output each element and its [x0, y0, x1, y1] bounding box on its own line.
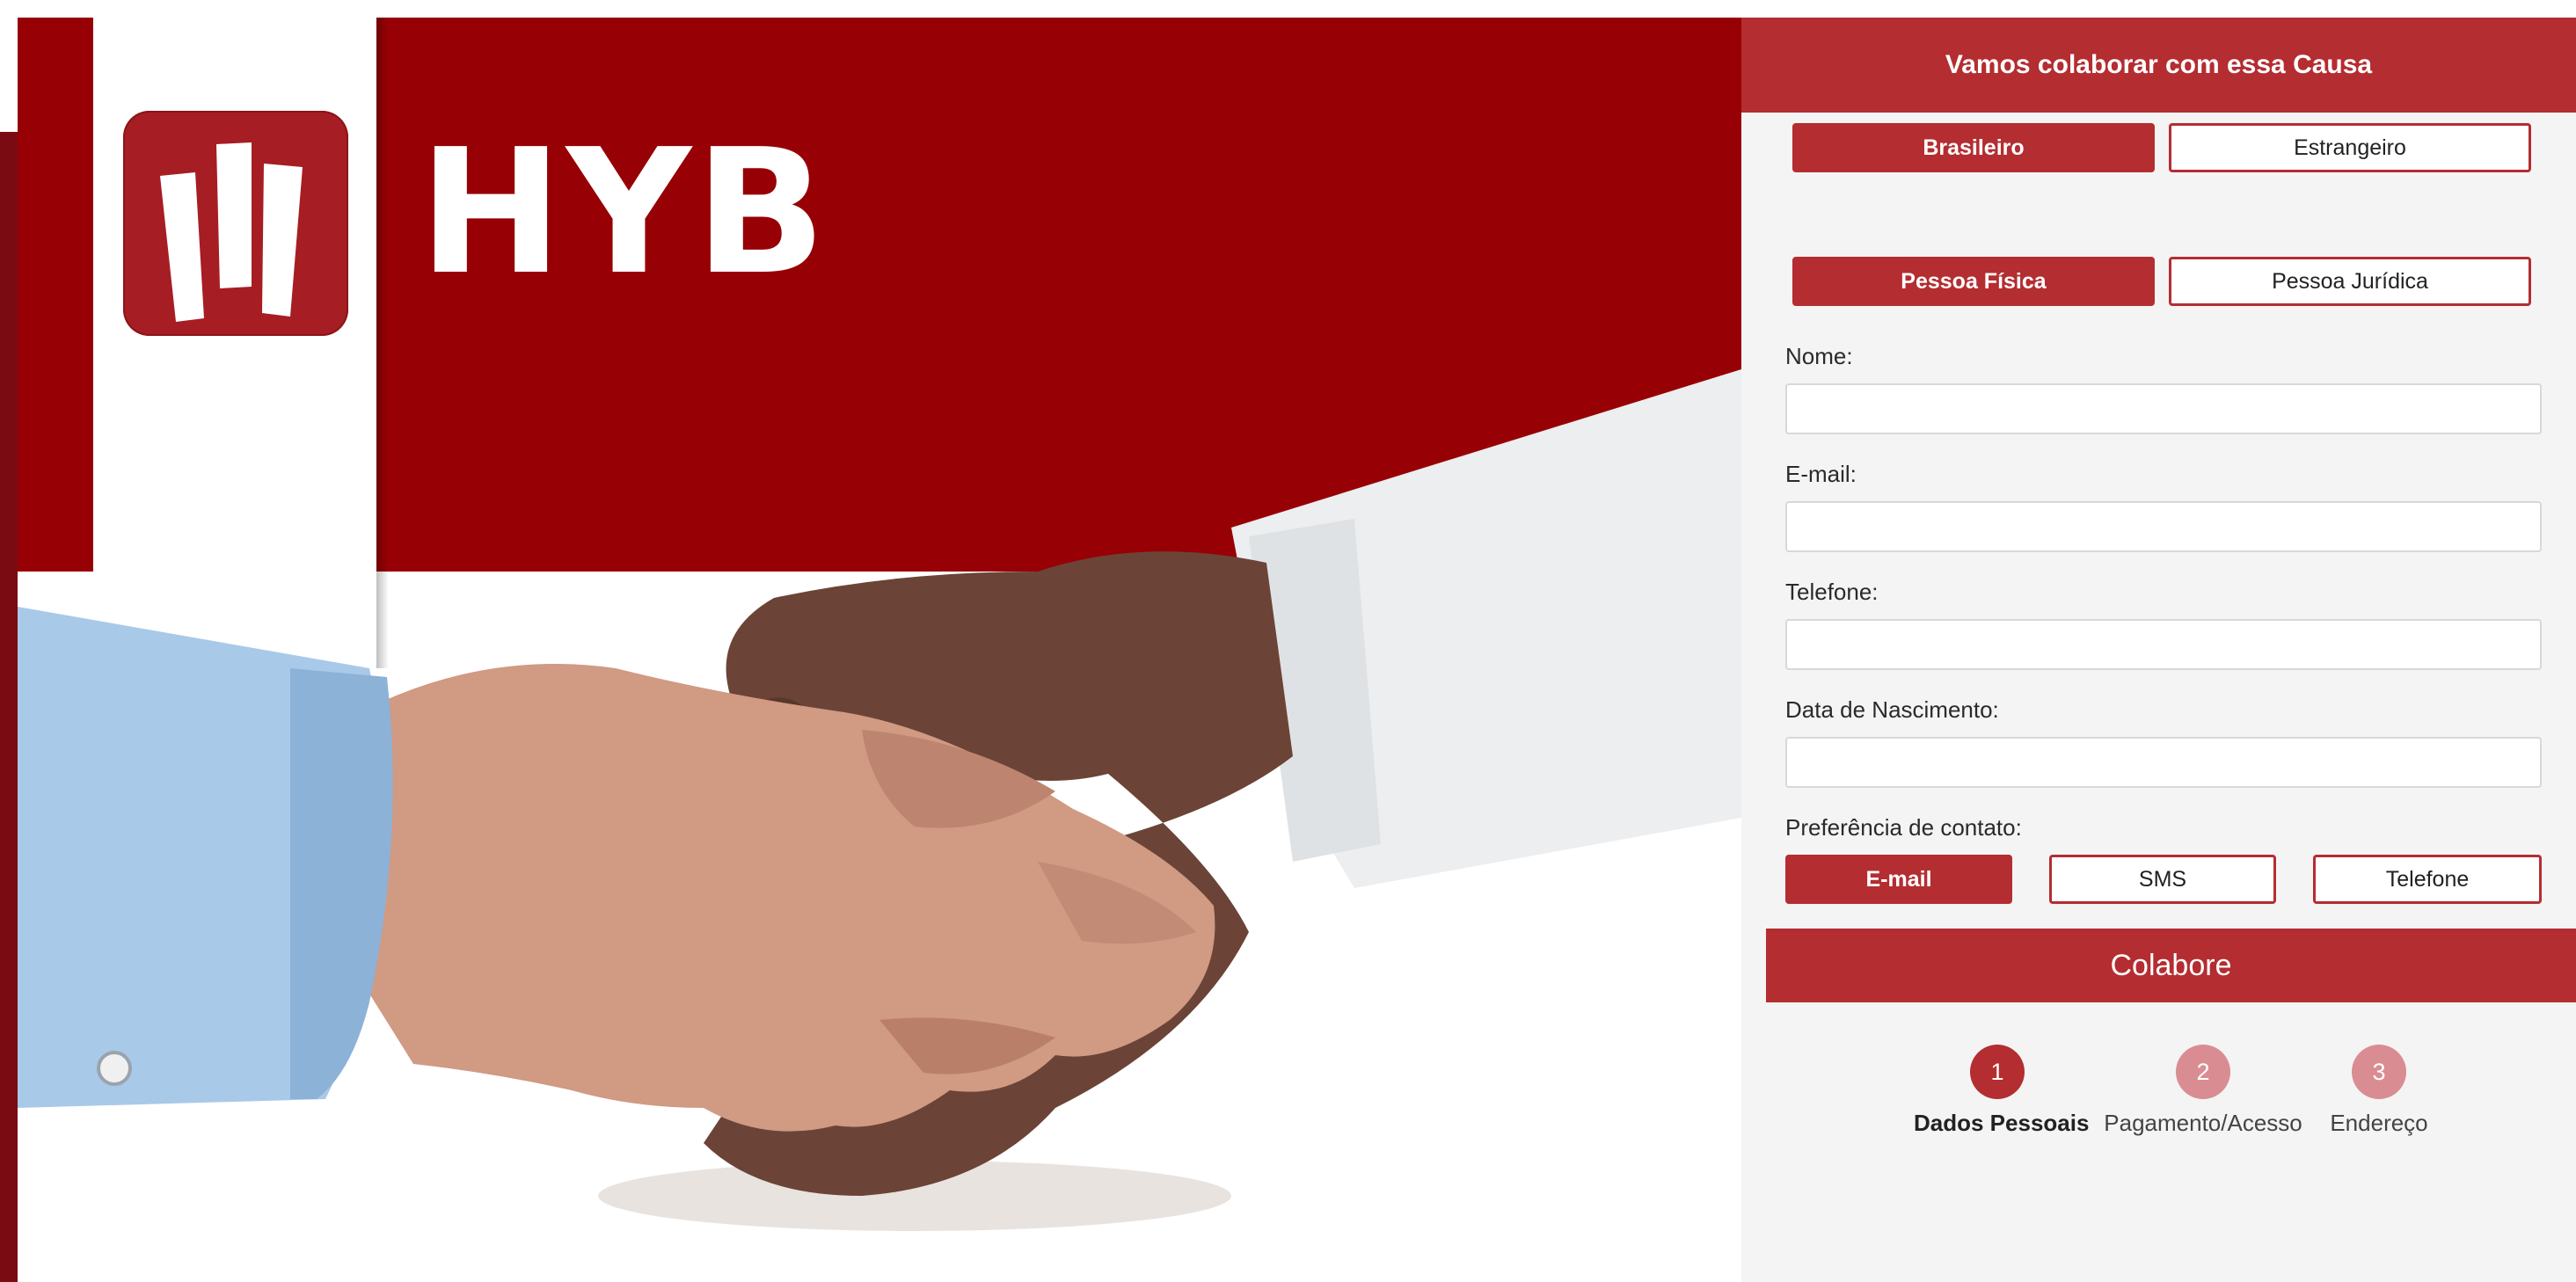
pessoa-juridica-toggle[interactable]: Pessoa Jurídica: [2169, 257, 2531, 306]
telefone-input[interactable]: [1785, 619, 2542, 670]
form-title: Vamos colaborar com essa Causa: [1741, 18, 2576, 113]
hero-section: HYB: [0, 0, 1741, 1282]
handshake-image: [18, 369, 1741, 1231]
nascimento-label: Data de Nascimento:: [1785, 696, 1999, 723]
step-dados-pessoais: 1 Dados Pessoais: [1914, 1045, 2090, 1137]
email-label: E-mail:: [1785, 461, 1857, 487]
step-label: Dados Pessoais: [1914, 1110, 2090, 1136]
brasileiro-toggle[interactable]: Brasileiro: [1792, 123, 2155, 172]
contact-pref-label: Preferência de contato:: [1785, 814, 2022, 841]
contact-email-option[interactable]: E-mail: [1785, 855, 2012, 904]
email-input[interactable]: [1785, 501, 2542, 552]
step-number: 3: [2352, 1045, 2406, 1099]
step-label: Endereço: [2330, 1110, 2428, 1136]
step-label: Pagamento/Acesso: [2104, 1110, 2302, 1136]
donation-form-panel: Vamos colaborar com essa Causa Brasileir…: [1741, 18, 2576, 1282]
nome-label: Nome:: [1785, 343, 1853, 369]
colabore-button[interactable]: Colabore: [1766, 929, 2576, 1002]
step-pagamento-acesso: 2 Pagamento/Acesso: [2093, 1045, 2313, 1137]
nome-input[interactable]: [1785, 383, 2542, 434]
nascimento-input[interactable]: [1785, 737, 2542, 788]
contact-sms-option[interactable]: SMS: [2049, 855, 2276, 904]
telefone-label: Telefone:: [1785, 579, 1879, 605]
pessoa-fisica-toggle[interactable]: Pessoa Física: [1792, 257, 2155, 306]
step-number: 1: [1970, 1045, 2025, 1099]
step-endereco: 3 Endereço: [2322, 1045, 2436, 1137]
step-number: 2: [2176, 1045, 2230, 1099]
contact-telefone-option[interactable]: Telefone: [2313, 855, 2542, 904]
estrangeiro-toggle[interactable]: Estrangeiro: [2169, 123, 2531, 172]
